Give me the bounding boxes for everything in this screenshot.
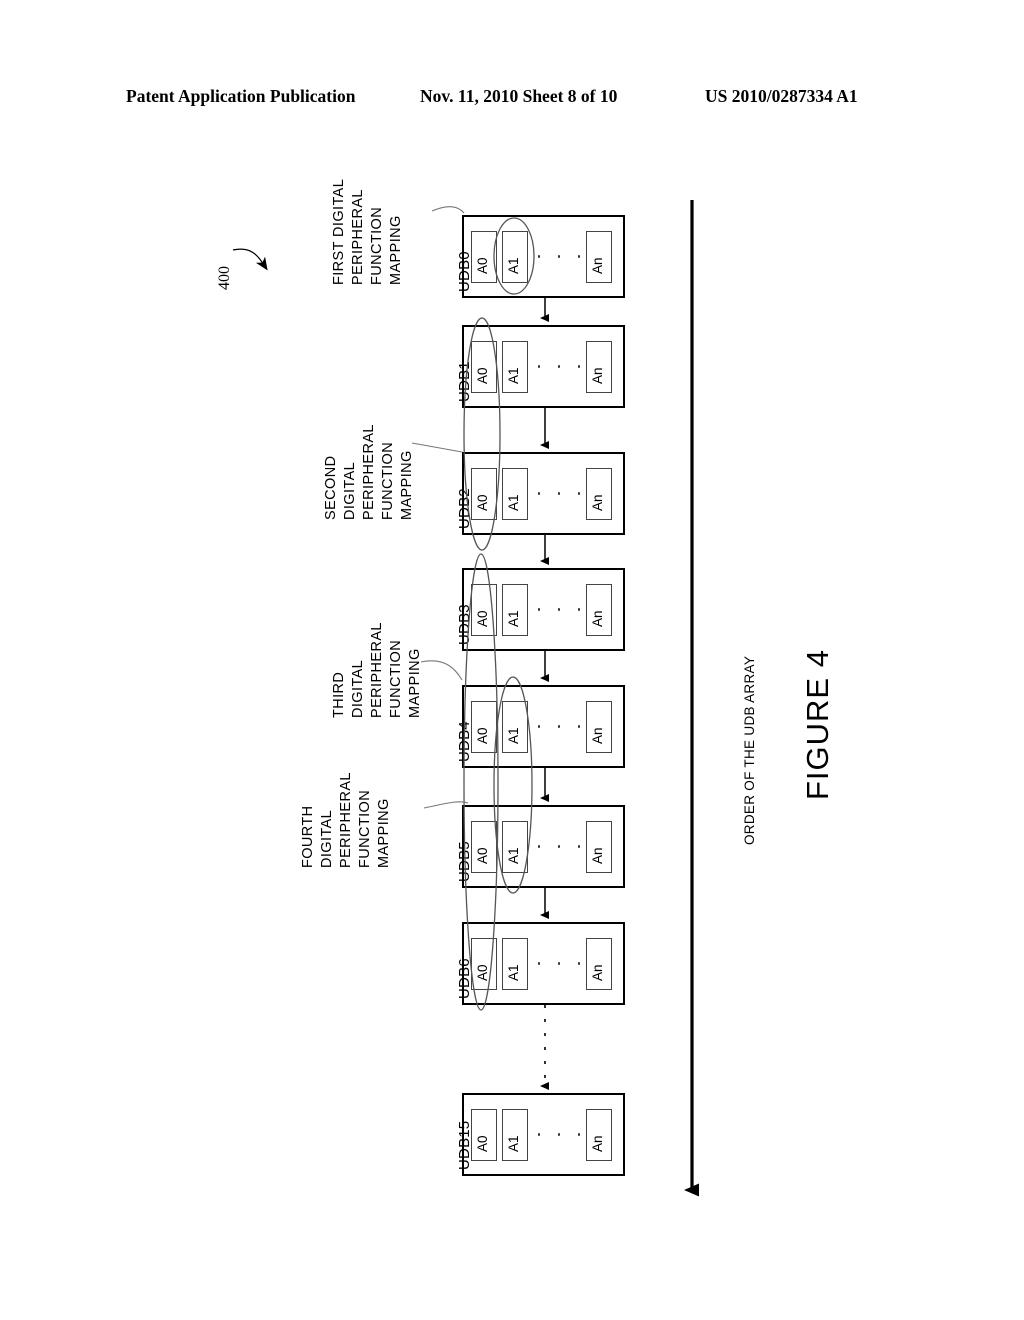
udb-cell-ellipsis bbox=[538, 255, 580, 259]
mapping-label-line: MAPPING bbox=[407, 648, 423, 718]
mapping-label-line: FUNCTION bbox=[357, 789, 373, 868]
udb-cell-ellipsis bbox=[538, 845, 580, 849]
reference-leader-arrow bbox=[232, 248, 268, 271]
mapping-label-third: THIRD DIGITAL PERIPHERAL FUNCTION MAPPING bbox=[330, 622, 425, 718]
mapping-label-line: FUNCTION bbox=[369, 206, 385, 285]
mapping-label-line: PERIPHERAL bbox=[350, 189, 366, 285]
udb-cell-ellipsis bbox=[538, 1133, 580, 1137]
udb-cell-label-an: An bbox=[590, 963, 605, 981]
udb-cell-label-a1: A1 bbox=[506, 256, 521, 274]
udb-cell-label-an: An bbox=[590, 726, 605, 744]
udb-cell-label-a0: A0 bbox=[475, 609, 490, 627]
udb-cell-label-an: An bbox=[590, 256, 605, 274]
udb-cell-label-a0: A0 bbox=[475, 1134, 490, 1152]
mapping-label-line: PERIPHERAL bbox=[369, 622, 385, 718]
patent-figure: 400 FIRST DIGITAL PERIPHERAL FUNCTION MAPPI… bbox=[0, 0, 1024, 1320]
udb-cell-label-a0: A0 bbox=[475, 963, 490, 981]
udb-cell-label-a1: A1 bbox=[506, 609, 521, 627]
mapping-label-line: MAPPING bbox=[388, 215, 404, 285]
leader-second bbox=[411, 442, 463, 453]
mapping-label-line: FUNCTION bbox=[388, 639, 404, 718]
udb-cell-ellipsis bbox=[538, 962, 580, 966]
udb-cell-label-a0: A0 bbox=[475, 846, 490, 864]
udb-cell-label-a1: A1 bbox=[506, 493, 521, 511]
reference-number-400: 400 bbox=[216, 266, 233, 290]
mapping-label-line: THIRD bbox=[331, 671, 347, 718]
mapping-label-line: PERIPHERAL bbox=[361, 424, 377, 520]
mapping-label-first: FIRST DIGITAL PERIPHERAL FUNCTION MAPPING bbox=[330, 179, 406, 285]
mapping-label-line: FUNCTION bbox=[380, 441, 396, 520]
udb-cell-ellipsis bbox=[538, 725, 580, 729]
udb-cell-label-a1: A1 bbox=[506, 366, 521, 384]
udb-cell-ellipsis bbox=[538, 608, 580, 612]
udb-cell-ellipsis bbox=[538, 492, 580, 496]
leader-first bbox=[431, 206, 465, 214]
udb-cell-label-a1: A1 bbox=[506, 846, 521, 864]
udb-cell-label-an: An bbox=[590, 609, 605, 627]
udb-cell-label-a1: A1 bbox=[506, 963, 521, 981]
mapping-label-fourth: FOURTH DIGITAL PERIPHERAL FUNCTION MAPPING bbox=[299, 772, 394, 868]
mapping-label-line: DIGITAL bbox=[350, 659, 366, 718]
udb-cell-label-a0: A0 bbox=[475, 726, 490, 744]
mapping-label-line: MAPPING bbox=[399, 450, 415, 520]
udb-cell-label-an: An bbox=[590, 493, 605, 511]
mapping-label-line: MAPPING bbox=[376, 798, 392, 868]
order-of-udb-array-label: ORDER OF THE UDB ARRAY bbox=[742, 655, 757, 845]
mapping-label-second: SECOND DIGITAL PERIPHERAL FUNCTION MAPPING bbox=[322, 424, 417, 520]
udb-cell-label-a0: A0 bbox=[475, 366, 490, 384]
leader-third bbox=[420, 660, 463, 681]
mapping-label-line: FIRST DIGITAL bbox=[331, 178, 347, 285]
mapping-label-line: SECOND bbox=[323, 455, 339, 520]
udb-cell-label-a1: A1 bbox=[506, 1134, 521, 1152]
udb-cell-ellipsis bbox=[538, 365, 580, 369]
udb-cell-label-an: An bbox=[590, 846, 605, 864]
udb-cell-label-an: An bbox=[590, 1134, 605, 1152]
udb-cell-label-a0: A0 bbox=[475, 256, 490, 274]
mapping-label-line: DIGITAL bbox=[319, 809, 335, 868]
mapping-label-line: PERIPHERAL bbox=[338, 772, 354, 868]
mapping-label-line: DIGITAL bbox=[342, 461, 358, 520]
figure-title: FIGURE 4 bbox=[800, 649, 835, 800]
udb-cell-label-a0: A0 bbox=[475, 493, 490, 511]
mapping-label-line: FOURTH bbox=[300, 805, 316, 868]
udb-cell-label-a1: A1 bbox=[506, 726, 521, 744]
udb-cell-label-an: An bbox=[590, 366, 605, 384]
